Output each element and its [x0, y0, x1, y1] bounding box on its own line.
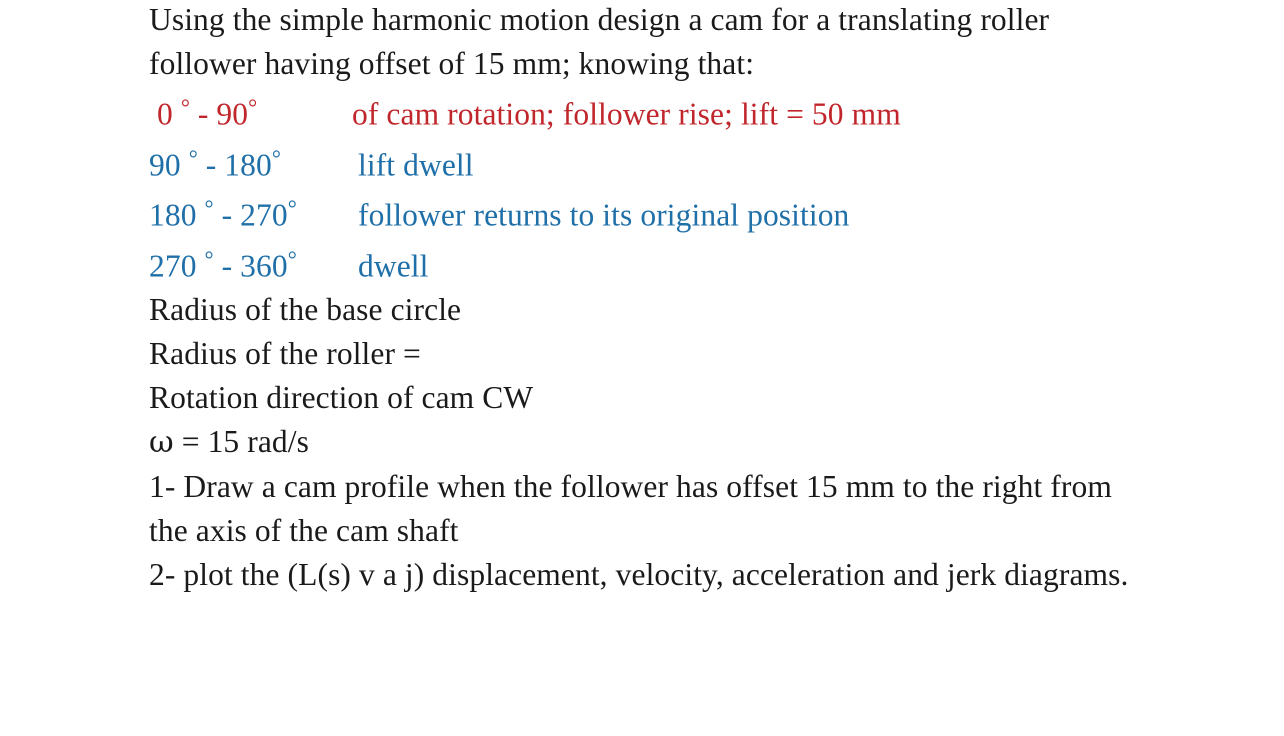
range-start-1: 90: [149, 147, 189, 183]
schedule-row-1: 90 ° - 180° lift dwell: [149, 137, 1149, 188]
range-start-2: 180: [149, 197, 205, 233]
schedule-range-1: 90 ° - 180°: [149, 137, 358, 188]
omega-symbol: ω: [149, 425, 174, 461]
schedule-description-0: of cam rotation; follower rise; lift = 5…: [352, 96, 901, 132]
schedule-description-1: lift dwell: [358, 147, 474, 183]
parameter-angular-velocity: ω = 15 rad/s: [149, 420, 1149, 465]
range-mid-0: - 90: [189, 96, 249, 132]
degree-symbol-0a: °: [180, 95, 190, 120]
range-mid-2: - 270: [213, 197, 288, 233]
range-start-0: 0: [149, 96, 181, 132]
schedule-description-3: dwell: [358, 248, 429, 284]
schedule-range-0: 0 ° - 90°: [149, 86, 352, 137]
range-start-3: 270: [149, 248, 205, 284]
omega-value: = 15 rad/s: [173, 424, 309, 460]
degree-symbol-3a: °: [204, 246, 214, 272]
degree-symbol-1a: °: [188, 145, 198, 171]
schedule-range-2: 180 ° - 270°: [149, 187, 358, 238]
degree-symbol-2a: °: [204, 196, 214, 222]
schedule-description-2: follower returns to its original positio…: [358, 197, 850, 233]
degree-symbol-3b: °: [287, 246, 297, 272]
degree-symbol-0b: °: [248, 95, 258, 120]
task-2: 2- plot the (L(s) v a j) displacement, v…: [149, 557, 1129, 593]
task-1: 1- Draw a cam profile when the follower …: [149, 469, 1112, 549]
range-mid-3: - 360: [213, 248, 288, 284]
parameter-roller-radius: Radius of the roller =: [149, 336, 421, 372]
schedule-row-0: 0 ° - 90° of cam rotation; follower rise;…: [149, 86, 1149, 137]
degree-symbol-1b: °: [271, 145, 281, 171]
parameter-rotation-direction: Rotation direction of cam CW: [149, 380, 534, 416]
problem-statement-block: Using the simple harmonic motion design …: [149, 0, 1149, 597]
schedule-row-3: 270 ° - 360° dwell: [149, 238, 1149, 289]
degree-symbol-2b: °: [287, 196, 297, 222]
intro-paragraph: Using the simple harmonic motion design …: [149, 2, 1050, 81]
schedule-row-2: 180 ° - 270° follower returns to its orig…: [149, 187, 1149, 238]
slide-canvas: Using the simple harmonic motion design …: [0, 0, 1284, 736]
range-mid-1: - 180: [197, 147, 272, 183]
schedule-range-3: 270 ° - 360°: [149, 238, 358, 289]
parameter-base-circle: Radius of the base circle: [149, 292, 462, 328]
